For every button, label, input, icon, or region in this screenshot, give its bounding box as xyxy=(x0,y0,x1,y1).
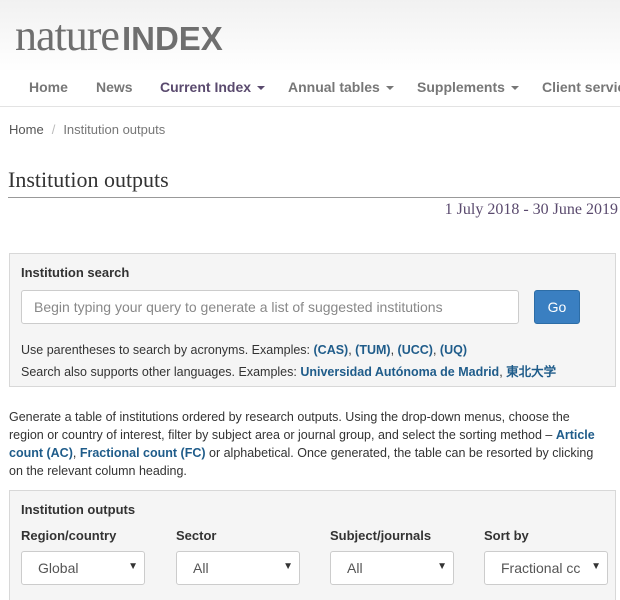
caret-down-icon xyxy=(257,86,266,91)
example-uq-link[interactable]: (UQ) xyxy=(440,343,467,357)
subject-journals-label: Subject/journals xyxy=(330,528,432,543)
language-help: Search also supports other languages. Ex… xyxy=(21,361,556,380)
region-country-label: Region/country xyxy=(21,528,117,543)
example-cas-link[interactable]: (CAS) xyxy=(314,343,349,357)
nav-current-index[interactable]: Current Index xyxy=(160,79,266,95)
intro-paragraph: Generate a table of institutions ordered… xyxy=(9,408,620,480)
sort-by-select[interactable]: Fractional cc ▼ xyxy=(484,551,608,585)
article-count-link-a[interactable]: Article xyxy=(556,428,595,442)
separator-comma: , xyxy=(432,343,440,357)
site-header: nature INDEX xyxy=(0,0,620,72)
nav-supplements-label: Supplements xyxy=(417,79,505,95)
dropdown-arrow-icon: ▼ xyxy=(591,561,601,572)
intro-line-2-text: region or country of interest, filter by… xyxy=(9,428,556,442)
intro-line-4: on the relevant column heading. xyxy=(9,464,187,478)
intro-line-3: count (AC), Fractional count (FC) or alp… xyxy=(9,444,620,462)
nature-index-logo[interactable]: nature INDEX xyxy=(15,14,223,58)
breadcrumb-separator: / xyxy=(51,122,56,137)
example-ucc-link[interactable]: (UCC) xyxy=(398,343,433,357)
logo-index-text: INDEX xyxy=(121,20,223,57)
institution-search-input[interactable] xyxy=(21,290,519,324)
region-country-select[interactable]: Global ▼ xyxy=(21,551,145,585)
go-button[interactable]: Go xyxy=(534,290,580,324)
language-help-text: Search also supports other languages. Ex… xyxy=(21,365,301,379)
intro-line-2: region or country of interest, filter by… xyxy=(9,426,620,444)
page-title: Institution outputs xyxy=(8,167,169,192)
intro-line-1: Generate a table of institutions ordered… xyxy=(9,410,570,424)
breadcrumb-current: Institution outputs xyxy=(63,122,166,137)
sort-by-value: Fractional cc xyxy=(501,560,581,576)
nav-client-services[interactable]: Client servic xyxy=(542,79,620,95)
fractional-count-link[interactable]: Fractional count (FC) xyxy=(80,446,206,460)
search-panel-heading: Institution search xyxy=(21,265,130,280)
sort-by-label: Sort by xyxy=(484,528,529,543)
outputs-panel-heading: Institution outputs xyxy=(21,502,136,517)
main-nav: Home News Current Index Annual tables Su… xyxy=(0,72,620,107)
acronym-help-text: Use parentheses to search by acronyms. E… xyxy=(21,343,314,357)
subject-journals-select[interactable]: All ▼ xyxy=(330,551,454,585)
nav-annual-tables[interactable]: Annual tables xyxy=(288,79,394,95)
nav-annual-tables-label: Annual tables xyxy=(288,79,380,95)
caret-down-icon xyxy=(385,86,394,91)
nav-news[interactable]: News xyxy=(96,79,133,95)
caret-down-icon xyxy=(510,86,519,91)
title-divider xyxy=(8,197,620,198)
breadcrumb: Home / Institution outputs xyxy=(9,122,165,137)
dropdown-arrow-icon: ▼ xyxy=(128,561,138,572)
region-country-value: Global xyxy=(38,560,79,576)
subject-journals-value: All xyxy=(347,560,363,576)
logo-nature-text: nature xyxy=(15,11,120,60)
article-count-link-b[interactable]: count (AC) xyxy=(9,446,73,460)
sector-select[interactable]: All ▼ xyxy=(176,551,300,585)
intro-line-3-text: or alphabetical. Once generated, the tab… xyxy=(205,446,594,460)
dropdown-arrow-icon: ▼ xyxy=(283,561,293,572)
sector-value: All xyxy=(193,560,209,576)
sector-label: Sector xyxy=(176,528,217,543)
example-madrid-link[interactable]: Universidad Autónoma de Madrid xyxy=(300,365,499,379)
separator-comma: , xyxy=(390,343,398,357)
nav-home[interactable]: Home xyxy=(29,79,68,95)
institution-search-panel: Institution search Go Use parentheses to… xyxy=(9,253,616,387)
nav-supplements[interactable]: Supplements xyxy=(417,79,519,95)
date-range: 1 July 2018 - 30 June 2019 xyxy=(444,201,618,218)
example-tum-link[interactable]: (TUM) xyxy=(355,343,390,357)
acronym-help: Use parentheses to search by acronyms. E… xyxy=(21,343,467,357)
dropdown-arrow-icon: ▼ xyxy=(437,561,447,572)
institution-outputs-panel: Institution outputs Region/country Globa… xyxy=(9,490,616,600)
nav-current-index-label: Current Index xyxy=(160,79,252,95)
example-tohoku-link[interactable]: 東北大学 xyxy=(506,365,556,379)
separator-comma: , xyxy=(72,446,80,460)
breadcrumb-home[interactable]: Home xyxy=(9,122,44,137)
